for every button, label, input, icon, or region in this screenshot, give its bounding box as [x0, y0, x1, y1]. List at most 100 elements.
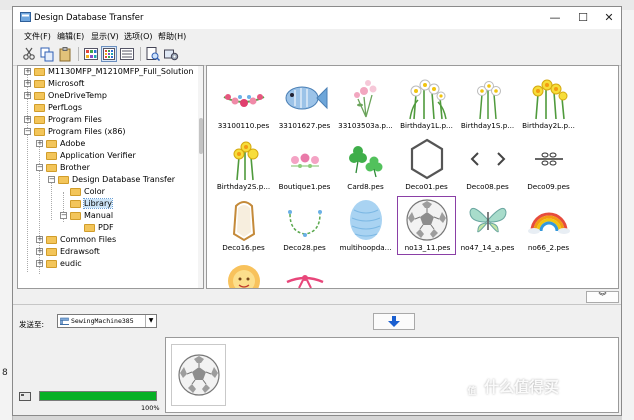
floral-garland-icon	[223, 94, 264, 107]
machine-settings-icon	[164, 49, 179, 61]
menu-help[interactable]: 帮助(H)	[158, 31, 186, 42]
dropdown-arrow-icon[interactable]: ▼	[145, 315, 156, 327]
tree-expander[interactable]: −	[36, 164, 43, 171]
tree-item[interactable]: + OneDriveTemp	[24, 90, 107, 102]
title-bar[interactable]: Design Database Transfer — ☐ ✕	[13, 7, 621, 29]
send-to-label: 发送至:	[19, 320, 45, 329]
tree-item-label: Library	[83, 198, 113, 209]
maximize-button[interactable]: ☐	[569, 7, 597, 29]
target-thumbnail[interactable]	[171, 344, 226, 406]
folder-tree[interactable]: + M1130MFP_M1210MFP_Full_Solution + Micros…	[17, 65, 204, 289]
transfer-target-area[interactable]	[165, 337, 619, 413]
tree-scrollbar[interactable]	[198, 66, 203, 288]
tree-expander	[60, 188, 67, 195]
design-thumbnail[interactable]: Birthday2L.p...	[519, 74, 578, 133]
open-folder-icon	[70, 199, 81, 208]
folder-icon	[46, 139, 57, 148]
close-button[interactable]: ✕	[595, 7, 623, 29]
tree-item[interactable]: − Design Database Transfer	[48, 174, 175, 186]
design-thumbnail[interactable]	[275, 257, 334, 288]
tree-item[interactable]: + Program Files	[24, 114, 102, 126]
tree-item[interactable]: + eudic	[36, 258, 82, 270]
tree-item[interactable]: Application Verifier	[36, 150, 136, 162]
tree-item-label: Common Files	[60, 235, 117, 244]
tree-expander[interactable]: −	[24, 128, 31, 135]
transfer-button[interactable]	[373, 313, 415, 330]
design-thumbnail[interactable]: Card8.pes	[336, 135, 395, 194]
tree-item-label: PDF	[98, 223, 114, 232]
tree-item[interactable]: + Microsoft	[24, 78, 84, 90]
medium-icons-icon	[103, 48, 115, 60]
tree-item[interactable]: − Brother	[36, 162, 90, 174]
tree-item[interactable]: PerfLogs	[24, 102, 82, 114]
white-daffodils-icon	[408, 79, 447, 120]
tree-item[interactable]: + Common Files	[36, 234, 116, 246]
tree-item[interactable]: + Edrawsoft	[36, 246, 100, 258]
menu-options[interactable]: 选项(O)	[124, 31, 153, 42]
butterfly-icon	[468, 207, 507, 233]
tree-expander[interactable]: +	[24, 116, 31, 123]
tree-item-label: PerfLogs	[48, 103, 83, 112]
tree-item-label: Edrawsoft	[60, 247, 100, 256]
tree-item-selected[interactable]: Library	[60, 198, 113, 210]
tree-item[interactable]: − Program Files (x86)	[24, 126, 126, 138]
tree-expander[interactable]: −	[60, 212, 67, 219]
list-view-button[interactable]	[119, 46, 135, 62]
design-thumbnail[interactable]: no47_14_a.pes	[458, 196, 517, 255]
collapse-panel-button[interactable]: ︾	[586, 291, 619, 303]
design-thumbnail[interactable]	[214, 257, 273, 288]
background-digit: 8	[2, 368, 8, 378]
large-icons-button[interactable]	[83, 46, 99, 62]
design-thumbnail[interactable]: Deco08.pes	[458, 135, 517, 194]
cut-button[interactable]	[21, 46, 37, 62]
tree-expander[interactable]: +	[36, 236, 43, 243]
tree-expander[interactable]: +	[24, 92, 31, 99]
design-thumbnail[interactable]: 33100110.pes	[214, 74, 273, 133]
tree-item[interactable]: + M1130MFP_M1210MFP_Full_Solution	[24, 66, 193, 78]
folder-icon	[84, 223, 95, 232]
menu-edit[interactable]: 编辑(E)	[57, 31, 84, 42]
design-thumbnail[interactable]: Deco16.pes	[214, 196, 273, 255]
design-thumbnail[interactable]: 33101627.pes	[275, 74, 334, 133]
menu-view[interactable]: 显示(V)	[91, 31, 119, 42]
settings-button[interactable]	[163, 46, 179, 62]
design-thumbnail[interactable]: Deco28.pes	[275, 196, 334, 255]
design-thumbnail[interactable]: Birthday1S.p...	[458, 74, 517, 133]
menu-file[interactable]: 文件(F)	[24, 31, 51, 42]
design-file-name: 33100110.pes	[217, 121, 270, 130]
soccer-ball-icon	[405, 199, 448, 241]
tree-expander[interactable]: +	[36, 248, 43, 255]
design-thumbnail[interactable]: Birthday1L.p...	[397, 74, 456, 133]
design-thumbnail[interactable]: Deco01.pes	[397, 135, 456, 194]
design-thumbnail-selected[interactable]: no13_11.pes	[397, 196, 456, 255]
device-select[interactable]: SewingMachine385 ▼	[57, 314, 157, 328]
design-thumbnail[interactable]: 33103503a.p...	[336, 74, 395, 133]
tree-expander[interactable]: +	[24, 80, 31, 87]
tree-item[interactable]: − Manual	[60, 210, 113, 222]
design-thumbnail[interactable]: Birthday2S.p...	[214, 135, 273, 194]
medium-icons-button[interactable]	[101, 46, 117, 62]
design-file-name: Card8.pes	[347, 182, 384, 191]
print-preview-button[interactable]	[145, 46, 161, 62]
design-thumbnail[interactable]: Boutique1.pes	[275, 135, 334, 194]
tree-item-label: M1130MFP_M1210MFP_Full_Solution	[48, 67, 194, 76]
tree-expander[interactable]: −	[48, 176, 55, 183]
design-gallery[interactable]: 33100110.pes 33101627.pes 33103503a.p...	[206, 65, 619, 289]
tree-expander[interactable]: +	[24, 68, 31, 75]
design-thumbnail[interactable]: multihoopda...	[336, 196, 395, 255]
tree-expander[interactable]: +	[36, 140, 43, 147]
tree-item[interactable]: Color	[60, 186, 105, 198]
tree-expander[interactable]: +	[36, 260, 43, 267]
tree-item[interactable]: PDF	[84, 222, 114, 234]
white-daffodils-small-icon	[476, 81, 501, 120]
design-thumbnail[interactable]: Deco09.pes	[519, 135, 578, 194]
design-thumbnail[interactable]: no66_2.pes	[519, 196, 578, 255]
minimize-button[interactable]: —	[541, 7, 569, 29]
watermark: 值什么值得买	[464, 376, 559, 400]
menu-bar: 文件(F) 编辑(E) 显示(V) 选项(O) 帮助(H)	[13, 29, 621, 43]
tree-item[interactable]: + Adobe	[36, 138, 85, 150]
paste-button[interactable]	[57, 46, 73, 62]
copy-button[interactable]	[39, 46, 55, 62]
watermark-text: 什么值得买	[484, 378, 560, 396]
tree-scrollbar-thumb[interactable]	[199, 118, 203, 154]
